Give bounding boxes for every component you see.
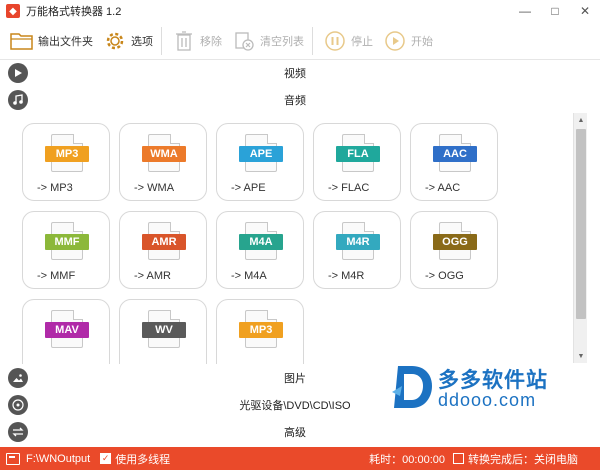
- start-button[interactable]: 开始: [383, 25, 433, 57]
- format-tile[interactable]: AMR -> AMR: [119, 211, 207, 289]
- minimize-button[interactable]: —: [510, 0, 540, 22]
- swap-arrows-icon: [8, 422, 28, 442]
- title-bar: ◆ 万能格式转换器 1.2 — □ ✕: [0, 0, 600, 22]
- video-play-icon: [8, 63, 28, 83]
- format-badge: M4A: [239, 234, 283, 250]
- remove-label: 移除: [200, 35, 222, 48]
- remove-button[interactable]: 移除: [172, 25, 222, 57]
- window-title: 万能格式转换器 1.2: [26, 6, 122, 18]
- section-audio[interactable]: 音频: [0, 88, 590, 112]
- scroll-up-icon[interactable]: ▲: [574, 113, 588, 127]
- section-advanced[interactable]: 高级: [0, 420, 590, 444]
- options-label: 选项: [131, 35, 153, 48]
- status-bar: F:\WNOutput ✓ 使用多线程 耗时：00:00:00 转换完成后：关闭…: [0, 447, 600, 470]
- format-tile[interactable]: MAV: [22, 299, 110, 364]
- clear-list-icon: [232, 29, 256, 53]
- format-badge: FLA: [336, 146, 380, 162]
- format-tile[interactable]: APE -> APE: [216, 123, 304, 201]
- format-badge: APE: [239, 146, 283, 162]
- format-tile-label: -> MMF: [37, 270, 76, 282]
- disc-icon: [8, 395, 28, 415]
- multithread-label: 使用多线程: [115, 453, 171, 466]
- clear-list-label: 清空列表: [260, 35, 304, 48]
- format-badge: MP3: [239, 322, 283, 338]
- toolbar-divider: [312, 26, 313, 55]
- format-tile[interactable]: AAC -> AAC: [410, 123, 498, 201]
- scroll-down-icon[interactable]: ▼: [574, 349, 588, 363]
- section-video-label: 视频: [284, 68, 306, 80]
- stop-button[interactable]: 停止: [323, 25, 373, 57]
- close-button[interactable]: ✕: [570, 0, 600, 22]
- format-tile[interactable]: M4A -> M4A: [216, 211, 304, 289]
- stop-label: 停止: [351, 35, 373, 48]
- site-watermark: 多多软件站 ddooo.com: [390, 360, 560, 415]
- format-tile[interactable]: OGG -> OGG: [410, 211, 498, 289]
- watermark-logo-icon: [392, 366, 432, 408]
- format-tile[interactable]: WV: [119, 299, 207, 364]
- format-tile-label: -> OGG: [425, 270, 464, 282]
- pause-icon: [323, 29, 347, 53]
- format-tile-label: -> AAC: [425, 182, 461, 194]
- format-badge: MMF: [45, 234, 89, 250]
- multithread-checkbox[interactable]: ✓: [100, 453, 112, 464]
- format-tile[interactable]: M4R -> M4R: [313, 211, 401, 289]
- format-badge: AMR: [142, 234, 186, 250]
- play-icon: [383, 29, 407, 53]
- section-video[interactable]: 视频: [0, 61, 590, 85]
- format-tile[interactable]: MMF -> MMF: [22, 211, 110, 289]
- app-logo-icon: ◆: [6, 4, 20, 18]
- format-tile-label: -> WMA: [134, 182, 175, 194]
- maximize-button[interactable]: □: [540, 0, 570, 22]
- format-tile[interactable]: MP3 -> MP3: [22, 123, 110, 201]
- music-note-icon: [8, 90, 28, 110]
- after-done-checkbox[interactable]: [453, 453, 464, 464]
- format-tile-label: -> M4R: [328, 270, 365, 282]
- format-tile-label: -> FLAC: [328, 182, 370, 194]
- format-tile-label: -> APE: [231, 182, 266, 194]
- format-tile[interactable]: MP3: [216, 299, 304, 364]
- output-folder-button[interactable]: 输出文件夹: [10, 25, 93, 57]
- clear-list-button[interactable]: 清空列表: [232, 25, 304, 57]
- format-tile-label: -> MP3: [37, 182, 73, 194]
- elapsed-time: 耗时：00:00:00: [369, 453, 445, 466]
- options-button[interactable]: 选项: [103, 25, 153, 57]
- toolbar: 输出文件夹 选项 移除 清空列表 停止 开始: [0, 22, 600, 60]
- format-badge: OGG: [433, 234, 477, 250]
- format-badge: MAV: [45, 322, 89, 338]
- watermark-url: ddooo.com: [438, 390, 537, 410]
- section-advanced-label: 高级: [284, 427, 306, 439]
- gear-icon: [103, 29, 127, 53]
- format-tile-label: -> AMR: [134, 270, 171, 282]
- output-path[interactable]: F:\WNOutput: [26, 453, 90, 465]
- output-folder-icon[interactable]: [6, 452, 20, 465]
- format-badge: AAC: [433, 146, 477, 162]
- format-grid: MP3 -> MP3 WMA -> WMA APE -> APE FLA -> …: [0, 112, 572, 364]
- format-badge: WV: [142, 322, 186, 338]
- after-done-label: 转换完成后：关闭电脑: [468, 453, 578, 466]
- vertical-scrollbar[interactable]: ▲ ▼: [573, 113, 587, 363]
- image-icon: [8, 368, 28, 388]
- format-badge: WMA: [142, 146, 186, 162]
- section-audio-label: 音频: [284, 95, 306, 107]
- scrollbar-thumb[interactable]: [576, 129, 586, 319]
- format-tile[interactable]: FLA -> FLAC: [313, 123, 401, 201]
- start-label: 开始: [411, 35, 433, 48]
- format-tile[interactable]: WMA -> WMA: [119, 123, 207, 201]
- toolbar-divider: [161, 26, 162, 55]
- format-badge: M4R: [336, 234, 380, 250]
- trash-icon: [172, 29, 196, 53]
- format-badge: MP3: [45, 146, 89, 162]
- folder-icon: [10, 29, 34, 53]
- output-folder-label: 输出文件夹: [38, 35, 93, 48]
- format-tile-label: -> M4A: [231, 270, 267, 282]
